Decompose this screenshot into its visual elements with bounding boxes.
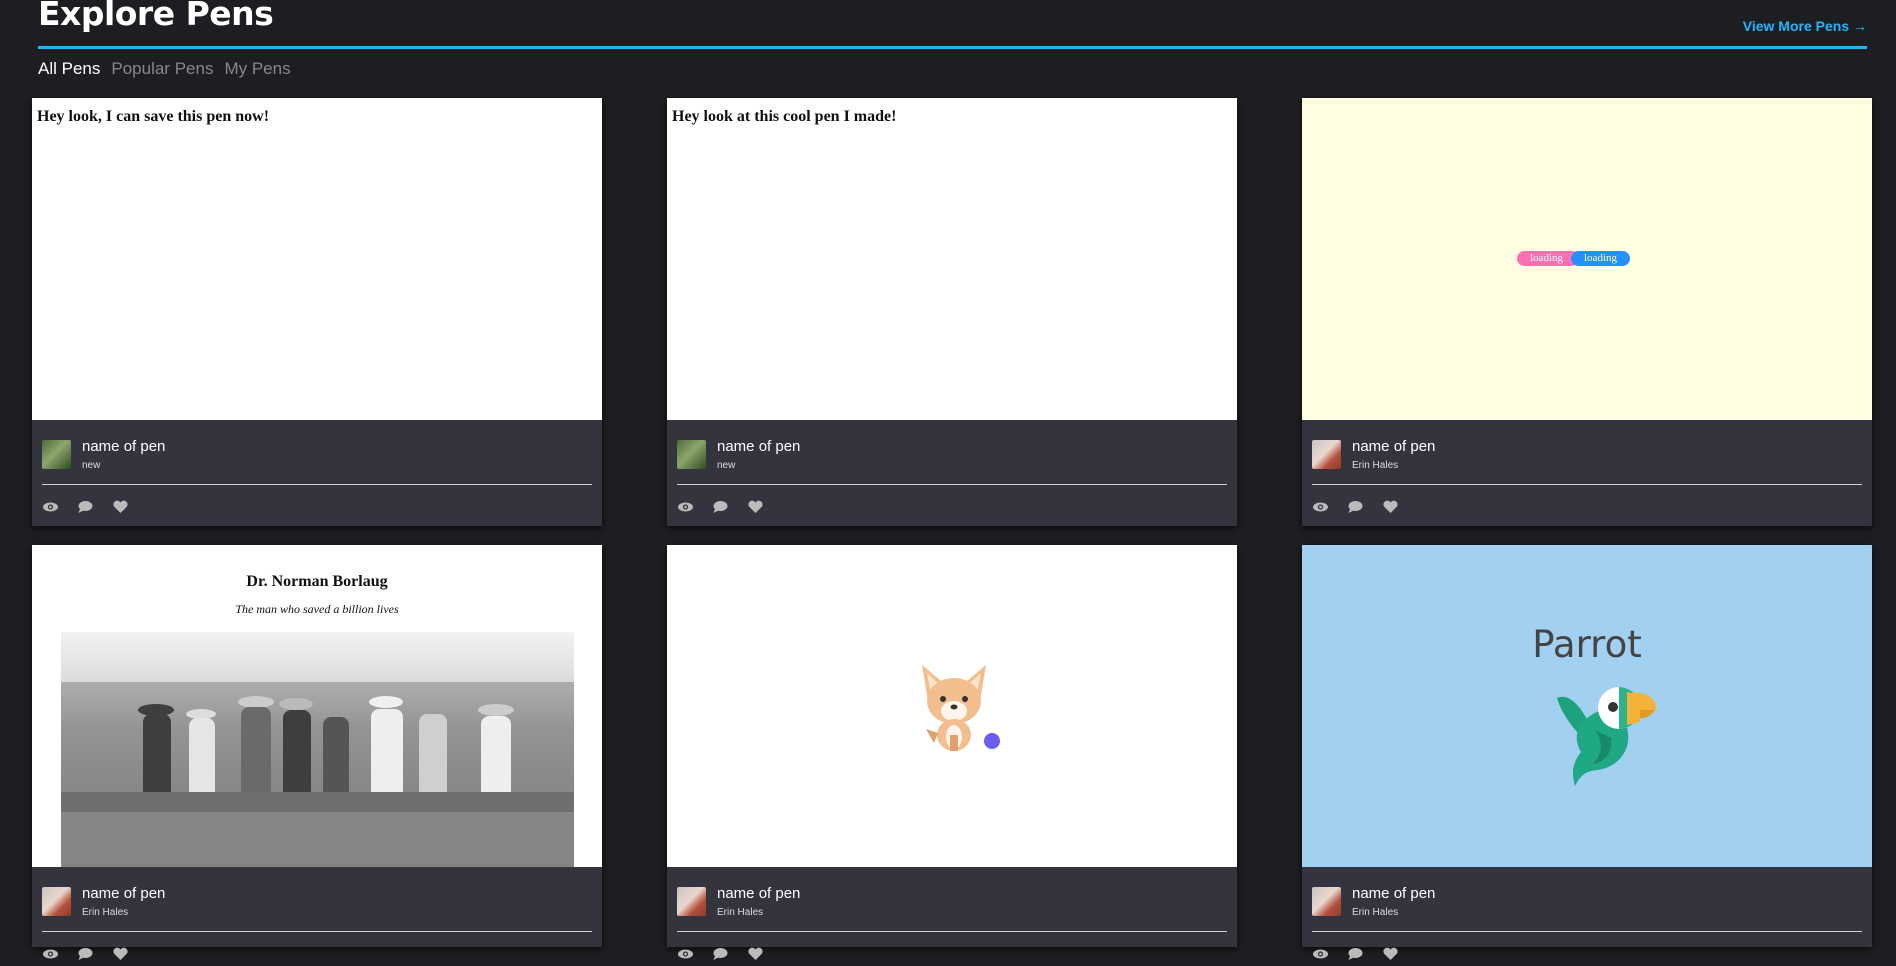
- divider: [42, 484, 592, 485]
- preview-text: Hey look, I can save this pen now!: [37, 108, 270, 125]
- pen-card-footer: name of pen Erin Hales: [32, 867, 602, 960]
- pen-preview[interactable]: [667, 545, 1237, 867]
- loading-pill-blue: loading: [1571, 251, 1630, 266]
- pen-card[interactable]: Hey look at this cool pen I made! name o…: [667, 98, 1237, 526]
- pen-stats: [1312, 500, 1399, 514]
- pen-name[interactable]: name of pen: [1352, 438, 1435, 455]
- pen-name[interactable]: name of pen: [717, 885, 800, 902]
- eye-icon[interactable]: [677, 500, 694, 514]
- avatar[interactable]: [42, 887, 71, 916]
- pen-name[interactable]: name of pen: [82, 438, 165, 455]
- pen-preview[interactable]: Dr. Norman Borlaug The man who saved a b…: [32, 545, 602, 867]
- preview-text: Hey look at this cool pen I made!: [672, 108, 897, 125]
- pen-preview[interactable]: Hey look, I can save this pen now!: [32, 98, 602, 420]
- divider: [1312, 484, 1862, 485]
- pen-preview[interactable]: loading loading: [1302, 98, 1872, 420]
- eye-icon[interactable]: [42, 947, 59, 961]
- avatar[interactable]: [1312, 440, 1341, 469]
- pen-author[interactable]: new: [717, 460, 735, 471]
- pen-author[interactable]: Erin Hales: [1352, 907, 1398, 918]
- pen-card-footer: name of pen Erin Hales: [1302, 867, 1872, 960]
- parrot-illustration: [1557, 687, 1657, 786]
- view-more-pens-link[interactable]: View More Pens →: [1743, 18, 1867, 34]
- pen-card[interactable]: Parrot name of pen Erin Hales: [1302, 545, 1872, 960]
- page-header: Explore Pens View More Pens →: [38, 0, 1867, 49]
- divider: [1312, 931, 1862, 932]
- pen-author[interactable]: Erin Hales: [1352, 460, 1398, 471]
- loading-pill-pink: loading: [1517, 251, 1579, 266]
- avatar[interactable]: [677, 440, 706, 469]
- pen-card[interactable]: Dr. Norman Borlaug The man who saved a b…: [32, 545, 602, 960]
- loading-pills: loading loading: [1517, 251, 1630, 266]
- heart-icon[interactable]: [1382, 500, 1399, 514]
- pen-card[interactable]: name of pen Erin Hales: [667, 545, 1237, 960]
- comment-icon[interactable]: [77, 500, 94, 514]
- pen-author[interactable]: Erin Hales: [717, 907, 763, 918]
- divider: [677, 484, 1227, 485]
- pen-preview[interactable]: Parrot: [1302, 545, 1872, 867]
- preview-title: Parrot: [1532, 623, 1642, 666]
- eye-icon[interactable]: [42, 500, 59, 514]
- tab-my-pens[interactable]: My Pens: [224, 59, 290, 79]
- heart-icon[interactable]: [747, 500, 764, 514]
- divider: [42, 931, 592, 932]
- preview-title: Dr. Norman Borlaug: [246, 573, 388, 590]
- eye-icon[interactable]: [677, 947, 694, 961]
- tab-all-pens[interactable]: All Pens: [38, 59, 100, 79]
- pen-name[interactable]: name of pen: [1352, 885, 1435, 902]
- heart-icon[interactable]: [1382, 947, 1399, 961]
- pen-card-footer: name of pen Erin Hales: [667, 867, 1237, 960]
- heart-icon[interactable]: [112, 947, 129, 961]
- eye-icon[interactable]: [1312, 947, 1329, 961]
- pen-author[interactable]: Erin Hales: [82, 907, 128, 918]
- pen-stats: [677, 947, 764, 961]
- pen-author[interactable]: new: [82, 460, 100, 471]
- page-title: Explore Pens: [38, 0, 274, 33]
- divider: [677, 931, 1227, 932]
- pen-card-footer: name of pen new: [32, 420, 602, 526]
- avatar[interactable]: [1312, 887, 1341, 916]
- pen-name[interactable]: name of pen: [717, 438, 800, 455]
- field-photo-image: [61, 632, 574, 867]
- tab-popular-pens[interactable]: Popular Pens: [111, 59, 213, 79]
- pen-stats: [1312, 947, 1399, 961]
- avatar[interactable]: [42, 440, 71, 469]
- eye-icon[interactable]: [1312, 500, 1329, 514]
- pen-card[interactable]: Hey look, I can save this pen now! name …: [32, 98, 602, 526]
- pen-name[interactable]: name of pen: [82, 885, 165, 902]
- comment-icon[interactable]: [712, 947, 729, 961]
- pen-filter-tabs: All Pens Popular Pens My Pens: [38, 59, 291, 79]
- pen-card[interactable]: loading loading name of pen Erin Hales: [1302, 98, 1872, 526]
- corgi-illustration: [922, 665, 1000, 751]
- comment-icon[interactable]: [712, 500, 729, 514]
- pen-stats: [42, 500, 129, 514]
- heart-icon[interactable]: [747, 947, 764, 961]
- comment-icon[interactable]: [1347, 947, 1364, 961]
- pen-preview[interactable]: Hey look at this cool pen I made!: [667, 98, 1237, 420]
- heart-icon[interactable]: [112, 500, 129, 514]
- pen-stats: [677, 500, 764, 514]
- avatar[interactable]: [677, 887, 706, 916]
- pen-card-footer: name of pen new: [667, 420, 1237, 526]
- comment-icon[interactable]: [1347, 500, 1364, 514]
- pen-stats: [42, 947, 129, 961]
- comment-icon[interactable]: [77, 947, 94, 961]
- pen-card-footer: name of pen Erin Hales: [1302, 420, 1872, 526]
- preview-subtitle: The man who saved a billion lives: [235, 602, 399, 616]
